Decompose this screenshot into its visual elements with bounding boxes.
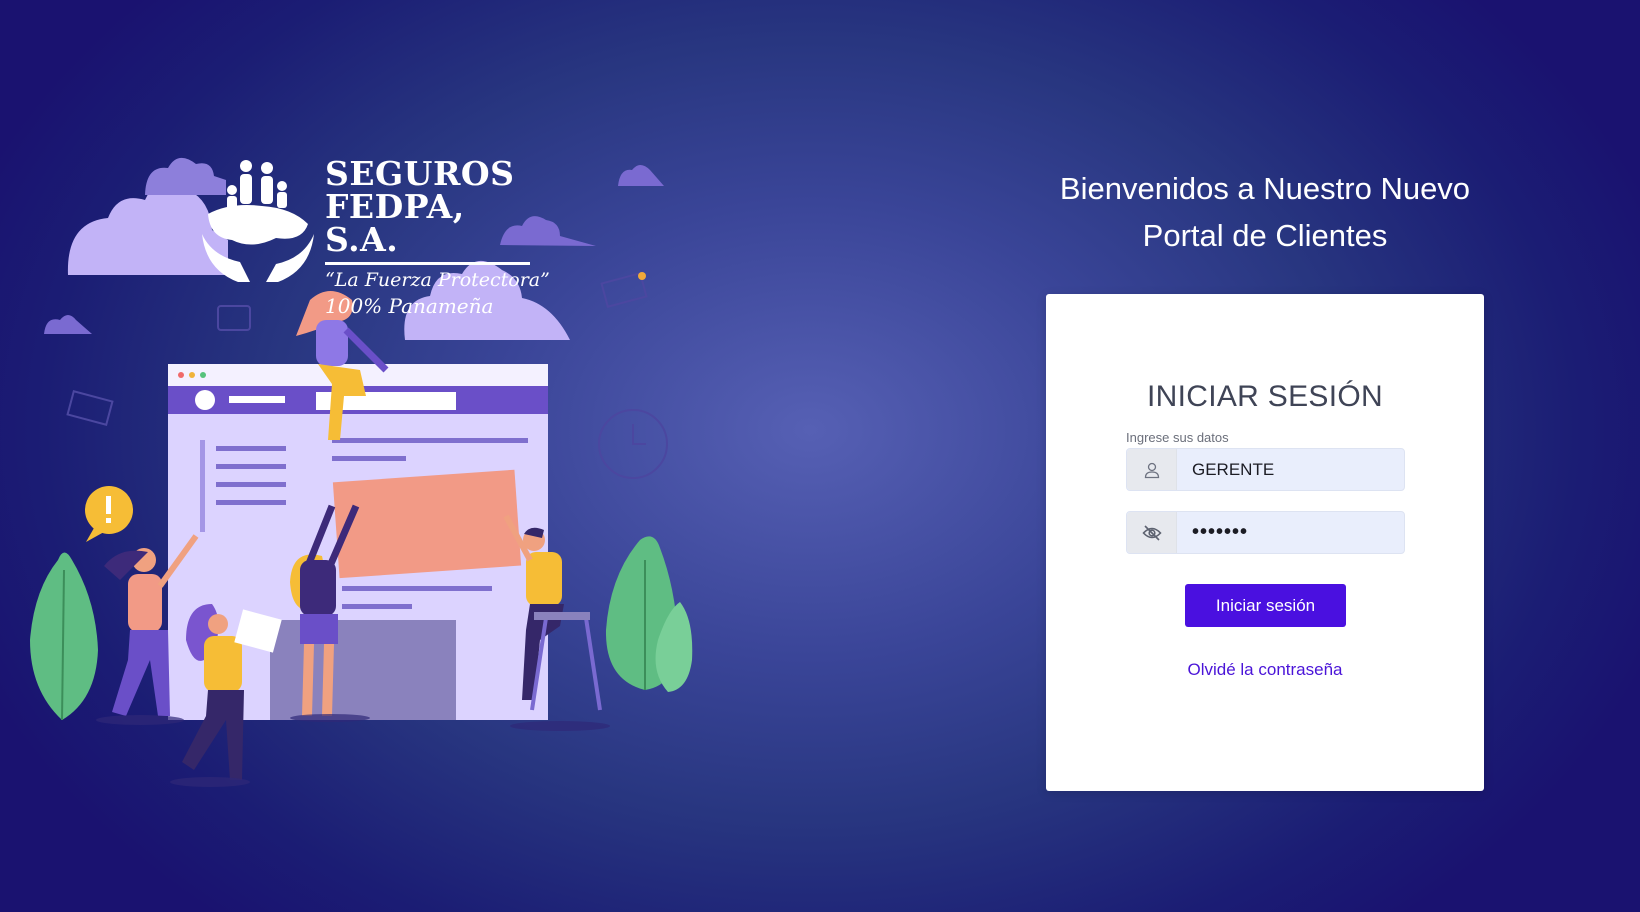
eye-off-icon[interactable] bbox=[1127, 512, 1177, 553]
logo-tagline: “La Fuerza Protectora” bbox=[325, 269, 550, 291]
user-icon bbox=[1127, 449, 1177, 490]
ground-shadows bbox=[96, 714, 610, 787]
logo-tagline-2: 100% Panameña bbox=[325, 294, 494, 318]
welcome-heading: Bienvenidos a Nuestro Nuevo Portal de Cl… bbox=[1040, 165, 1490, 259]
logo-line-1: SEGUROS bbox=[325, 154, 515, 193]
username-value[interactable]: GERENTE bbox=[1177, 460, 1274, 480]
password-value[interactable]: ••••••• bbox=[1177, 521, 1248, 544]
login-card: INICIAR SESIÓN Ingrese sus datos GERENTE… bbox=[1046, 294, 1484, 791]
plant-right bbox=[605, 536, 693, 692]
login-hint: Ingrese sus datos bbox=[1126, 430, 1229, 445]
username-field[interactable]: GERENTE bbox=[1126, 448, 1405, 491]
logo-line-2: FEDPA, S.A. bbox=[325, 190, 530, 265]
welcome-line-2: Portal de Clientes bbox=[1142, 218, 1388, 253]
hero-illustration bbox=[30, 157, 693, 787]
plant-left bbox=[30, 552, 98, 721]
forgot-password-link[interactable]: Olvidé la contraseña bbox=[1046, 660, 1484, 680]
welcome-line-1: Bienvenidos a Nuestro Nuevo bbox=[1059, 171, 1471, 206]
login-button[interactable]: Iniciar sesión bbox=[1185, 584, 1346, 627]
logo: SEGUROS FEDPA, S.A. “La Fuerza Protector… bbox=[325, 157, 550, 316]
password-field[interactable]: ••••••• bbox=[1126, 511, 1405, 554]
login-title: INICIAR SESIÓN bbox=[1147, 380, 1383, 413]
